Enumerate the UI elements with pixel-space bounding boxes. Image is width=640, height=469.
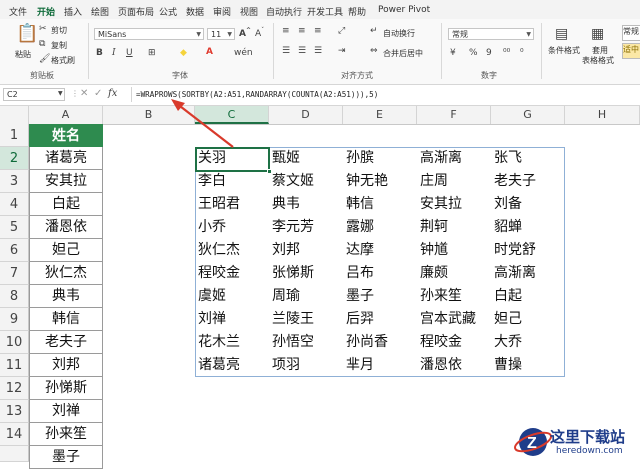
annotation-arrow xyxy=(171,99,234,148)
watermark-site-name: 这里下载站 xyxy=(550,428,626,446)
svg-text:Z: Z xyxy=(527,435,537,452)
watermark-url: heredown.com xyxy=(556,446,623,456)
